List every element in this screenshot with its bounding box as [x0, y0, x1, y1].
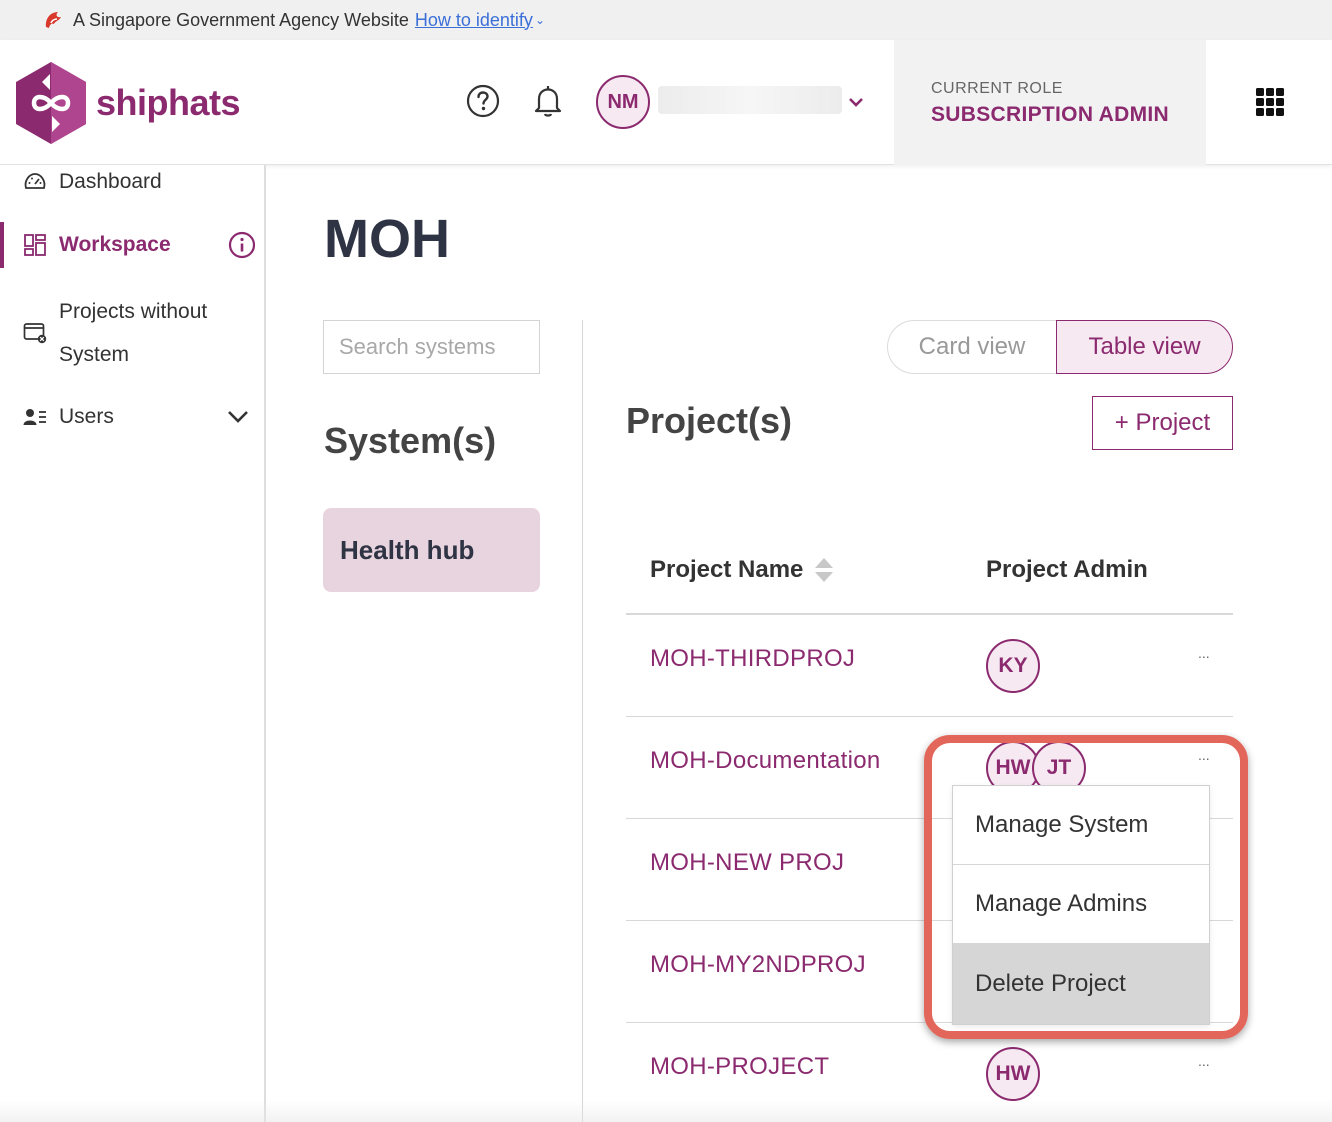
help-icon[interactable] — [466, 84, 500, 118]
table-view-button[interactable]: Table view — [1056, 320, 1233, 374]
user-name-redacted[interactable] — [658, 86, 842, 114]
manage-system-menu-item[interactable]: Manage System — [953, 786, 1209, 865]
manage-admins-menu-item[interactable]: Manage Admins — [953, 865, 1209, 944]
view-toggle: Card view Table view — [887, 320, 1233, 374]
user-avatar[interactable]: NM — [596, 75, 650, 129]
card-view-button[interactable]: Card view — [887, 320, 1056, 374]
chevron-down-icon[interactable] — [226, 407, 250, 427]
bell-icon[interactable] — [532, 84, 564, 118]
project-name-link[interactable]: MOH-THIRDPROJ — [650, 645, 855, 673]
admin-avatar: HW — [986, 1047, 1040, 1101]
gov-banner: A Singapore Government Agency Website Ho… — [0, 0, 1332, 40]
chevron-down-icon[interactable]: ⌄ — [535, 13, 545, 27]
project-admin-avatars: KY — [986, 639, 1040, 693]
system-card-health-hub[interactable]: Health hub — [323, 508, 540, 592]
shiphats-logo-icon — [16, 62, 86, 144]
more-actions-icon[interactable]: ... — [1198, 645, 1210, 661]
sidebar-item-label: Projects without System — [59, 300, 208, 366]
delete-project-menu-item[interactable]: Delete Project — [953, 944, 1209, 1024]
how-to-identify-link[interactable]: How to identify — [415, 10, 533, 31]
table-row: MOH-PROJECT HW ... — [626, 1023, 1233, 1122]
current-role-value: SUBSCRIPTION ADMIN — [931, 103, 1169, 126]
column-header-label: Project Name — [650, 556, 804, 583]
sidebar-item-label: Users — [59, 405, 114, 428]
app-grid-icon[interactable] — [1256, 88, 1284, 116]
logo-text: shiphats — [96, 82, 241, 123]
project-name-link[interactable]: MOH-MY2NDPROJ — [650, 951, 866, 979]
project-admin-avatars: HW — [986, 1047, 1040, 1101]
add-project-button[interactable]: + Project — [1092, 396, 1233, 450]
page-title: MOH — [324, 209, 450, 269]
sidebar-item-label: Workspace — [59, 233, 171, 256]
sidebar-item-workspace[interactable]: Workspace — [0, 222, 264, 268]
sidebar-item-dashboard[interactable]: Dashboard — [0, 165, 264, 199]
users-list-icon — [23, 409, 46, 425]
top-header: shiphats NM CURRENT ROLE SUBSCRIPTION AD… — [0, 40, 1332, 165]
column-header-project-name[interactable]: Project Name — [650, 556, 834, 584]
current-role-panel: CURRENT ROLE SUBSCRIPTION ADMIN — [894, 40, 1206, 165]
sidebar: Dashboard Workspace Projects without Sys… — [0, 165, 266, 1122]
shiphats-logo[interactable]: shiphats — [12, 60, 241, 146]
project-actions-menu: Manage System Manage Admins Delete Proje… — [952, 785, 1210, 1025]
project-name-link[interactable]: MOH-PROJECT — [650, 1053, 829, 1081]
speedometer-icon — [24, 173, 46, 189]
projects-heading: Project(s) — [626, 400, 793, 441]
systems-heading: System(s) — [324, 420, 497, 461]
table-row: MOH-THIRDPROJ KY ... — [626, 615, 1233, 717]
sidebar-item-label: Dashboard — [59, 170, 162, 193]
vertical-divider — [582, 320, 583, 1122]
gov-banner-text: A Singapore Government Agency Website — [73, 9, 409, 30]
chevron-down-icon[interactable] — [846, 92, 866, 112]
window-close-icon — [23, 323, 47, 344]
project-name-link[interactable]: MOH-NEW PROJ — [650, 849, 844, 877]
admin-avatar: KY — [986, 639, 1040, 693]
sidebar-item-users[interactable]: Users — [0, 401, 264, 433]
more-actions-icon[interactable]: ... — [1198, 747, 1210, 763]
column-header-project-admin: Project Admin — [986, 556, 1148, 583]
current-role-label: CURRENT ROLE — [931, 80, 1063, 97]
sidebar-item-projects-without-system[interactable]: Projects without System — [0, 293, 264, 373]
sort-icon[interactable] — [814, 557, 834, 583]
search-systems-input[interactable] — [323, 320, 540, 374]
more-actions-icon[interactable]: ... — [1198, 1053, 1210, 1069]
project-name-link[interactable]: MOH-Documentation — [650, 747, 881, 775]
layout-icon — [24, 234, 46, 256]
info-icon[interactable] — [228, 231, 256, 259]
lion-head-icon — [45, 12, 61, 28]
